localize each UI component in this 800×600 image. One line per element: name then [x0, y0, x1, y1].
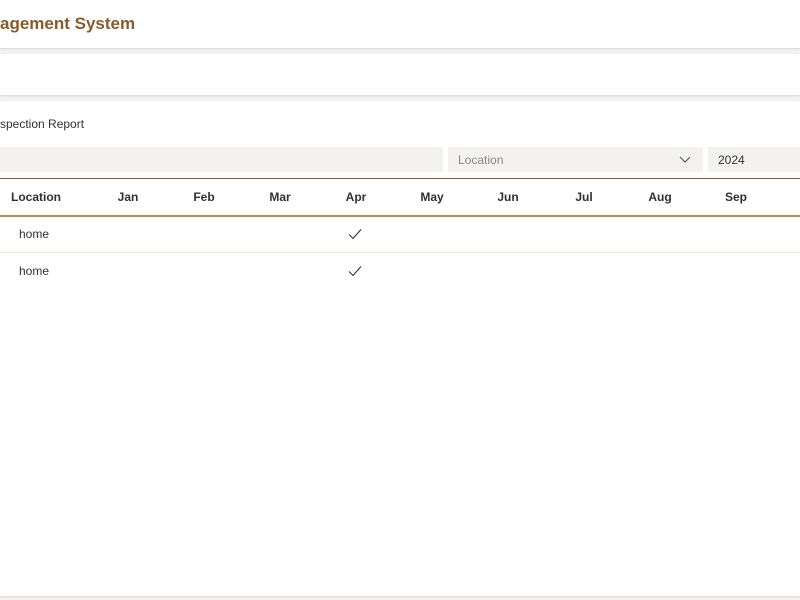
table-row[interactable]: home — [0, 216, 800, 253]
column-header-mar[interactable]: Mar — [269, 190, 290, 204]
column-header-apr[interactable]: Apr — [346, 190, 367, 204]
app-title: agement System — [0, 14, 136, 33]
location-dropdown[interactable]: Location — [448, 147, 703, 172]
column-header-sep[interactable]: Sep — [725, 190, 747, 204]
column-header-may[interactable]: May — [420, 190, 443, 204]
location-dropdown-placeholder: Location — [458, 153, 504, 167]
report-title: spection Report — [0, 117, 85, 131]
year-dropdown[interactable]: 2024 — [708, 147, 800, 172]
toolbar — [0, 54, 800, 95]
column-header-jun[interactable]: Jun — [497, 190, 518, 204]
report-panel: spection Report Location 2024 Location J… — [0, 101, 800, 596]
location-cell: home — [19, 227, 50, 241]
column-header-aug[interactable]: Aug — [648, 190, 671, 204]
table-row[interactable]: home — [0, 253, 800, 289]
column-header-feb[interactable]: Feb — [193, 190, 214, 204]
location-cell: home — [19, 264, 50, 278]
table-header: Location Jan Feb Mar Apr May Jun Jul Aug… — [0, 178, 800, 217]
column-header-jan[interactable]: Jan — [118, 190, 139, 204]
check-icon — [348, 229, 362, 240]
chevron-down-icon — [679, 156, 691, 163]
filter-search-field[interactable] — [0, 147, 443, 172]
app-header: agement System — [0, 0, 800, 48]
check-icon — [348, 266, 362, 277]
column-header-location[interactable]: Location — [11, 190, 61, 204]
column-header-jul[interactable]: Jul — [575, 190, 592, 204]
year-value: 2024 — [718, 153, 745, 167]
